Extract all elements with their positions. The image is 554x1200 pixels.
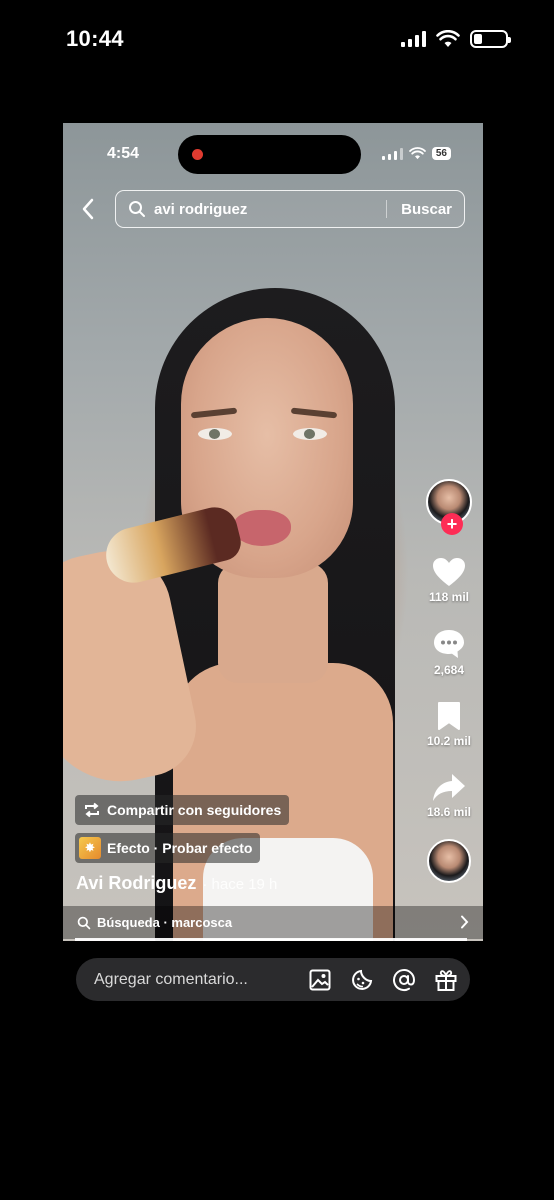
comment-bar: Agregar comentario...: [76, 958, 470, 1001]
related-search-label: Búsqueda · marcosca: [97, 915, 233, 930]
share-button[interactable]: 18.6 mil: [427, 772, 471, 819]
comment-input[interactable]: Agregar comentario...: [94, 971, 290, 989]
share-arrow-icon: [433, 774, 465, 801]
scene-lips: [233, 510, 291, 546]
status-time: 10:44: [66, 26, 124, 51]
comment-bubble-icon: [434, 630, 464, 658]
search-query[interactable]: avi rodriguez: [154, 201, 386, 218]
like-count: 118 mil: [428, 590, 470, 604]
back-button[interactable]: [77, 196, 99, 222]
author-name[interactable]: Avi Rodriguez: [76, 873, 196, 894]
like-button[interactable]: 118 mil: [429, 557, 469, 604]
save-button[interactable]: 10.2 mil: [427, 701, 471, 748]
related-search-bar[interactable]: Búsqueda · marcosca: [63, 906, 483, 939]
share-with-followers-button[interactable]: Compartir con seguidores: [75, 795, 290, 825]
repost-icon: [85, 802, 99, 818]
gift-icon[interactable]: [434, 968, 458, 992]
image-picker-icon[interactable]: [308, 968, 332, 992]
author-row: Avi Rodriguez · hace 19 h: [76, 873, 277, 894]
chevron-right-icon: [460, 915, 469, 929]
app-root: 10:44 4:54 56 avi rodriguez Buscar + 118…: [0, 0, 554, 1200]
mention-icon[interactable]: [392, 968, 416, 992]
cellular-signal-icon: [401, 31, 426, 47]
search-icon: [128, 200, 146, 218]
search-input[interactable]: avi rodriguez Buscar: [115, 190, 465, 228]
scene-eye: [293, 428, 327, 440]
chevron-left-icon: [82, 198, 94, 220]
follow-plus-icon[interactable]: +: [441, 513, 463, 535]
video-progress-fill: [75, 938, 467, 941]
music-disc[interactable]: [427, 839, 471, 883]
search-icon: [77, 916, 91, 930]
inner-battery-level: 56: [431, 147, 451, 160]
heart-icon: [433, 558, 465, 586]
scene-eye: [198, 428, 232, 440]
video-progress-track[interactable]: [75, 938, 467, 941]
share-with-followers-label: Compartir con seguidores: [107, 802, 282, 818]
video-screen[interactable]: 4:54 56 avi rodriguez Buscar + 118 mil 2…: [63, 123, 483, 941]
save-count: 10.2 mil: [426, 734, 472, 748]
wifi-icon: [436, 30, 460, 47]
effect-sparkle-icon: ✸: [79, 837, 101, 859]
recording-dot-icon: [192, 149, 203, 160]
wifi-icon: [409, 147, 426, 160]
effect-button[interactable]: ✸ Efecto · Probar efecto: [75, 833, 261, 863]
cellular-signal-icon: [381, 147, 403, 160]
share-count: 18.6 mil: [426, 805, 472, 819]
post-time: · hace 19 h: [202, 876, 278, 893]
sticker-icon[interactable]: [350, 968, 374, 992]
battery-icon: [470, 30, 511, 48]
comment-count: 2,684: [433, 663, 465, 677]
inner-status-time: 4:54: [107, 145, 140, 162]
search-submit-button[interactable]: Buscar: [401, 201, 452, 218]
search-divider: [386, 200, 388, 218]
scene-neck: [218, 563, 328, 683]
creator-avatar[interactable]: +: [426, 479, 472, 535]
inner-status-icons: 56: [381, 147, 451, 160]
action-rail: + 118 mil 2,684 10.2 mil 18.6 mil: [423, 479, 475, 883]
bookmark-icon: [438, 702, 460, 730]
comment-button[interactable]: 2,684: [432, 628, 466, 677]
status-icons: [401, 30, 511, 48]
dynamic-island: [178, 135, 361, 174]
effect-label: Efecto · Probar efecto: [107, 840, 253, 856]
